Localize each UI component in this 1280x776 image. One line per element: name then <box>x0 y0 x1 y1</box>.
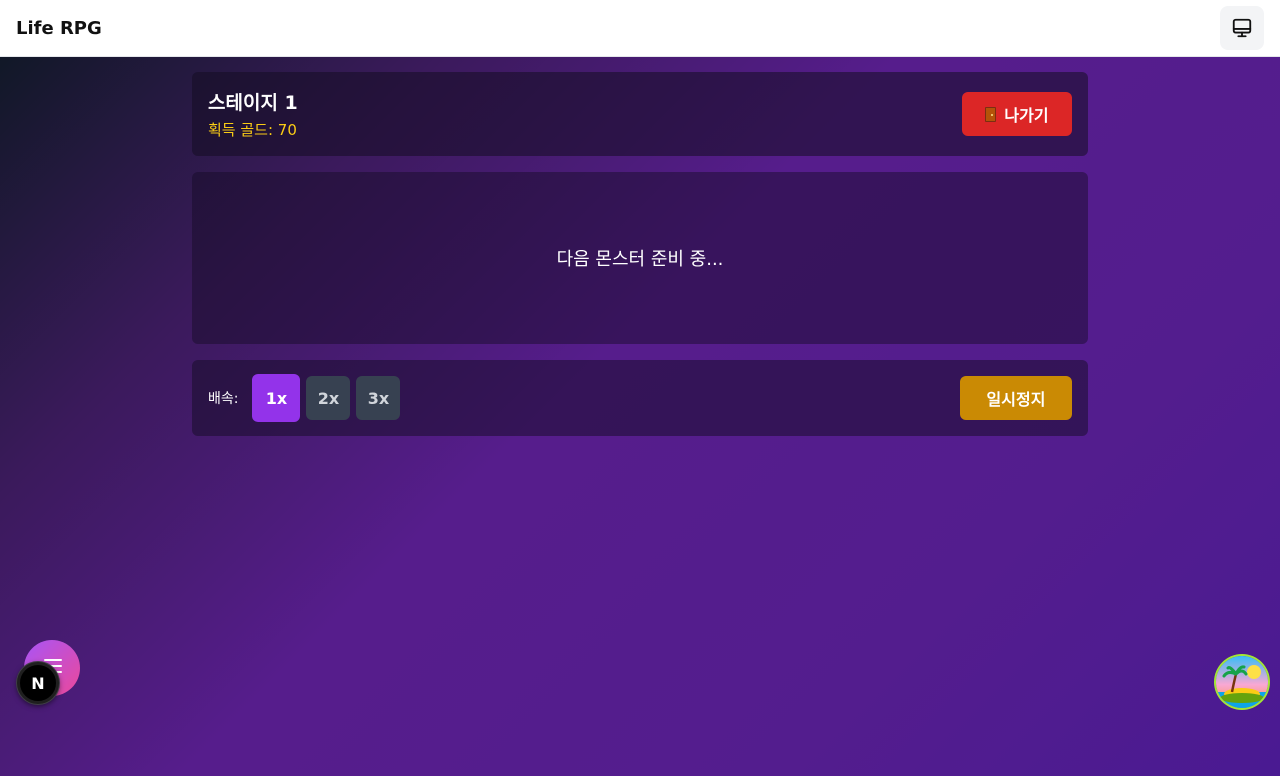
island-avatar-button[interactable] <box>1216 656 1268 708</box>
pause-button[interactable]: 일시정지 <box>960 376 1072 420</box>
device-toggle-button[interactable] <box>1220 6 1264 50</box>
battle-status-message: 다음 몬스터 준비 중... <box>556 249 724 270</box>
door-icon <box>985 106 997 122</box>
gold-earned: 획득 골드: 70 <box>208 121 297 139</box>
speed-3x-button[interactable]: 3x <box>356 376 401 420</box>
stage-info: 스테이지 1 획득 골드: 70 <box>208 88 298 140</box>
battle-area: 다음 몬스터 준비 중... <box>192 172 1088 344</box>
next-dev-badge[interactable]: N <box>17 662 59 704</box>
top-bar: Life RPG <box>0 0 1280 57</box>
stage-title: 스테이지 1 <box>208 92 298 114</box>
speed-selector: 배속: 1x 2x 3x <box>208 374 401 422</box>
exit-button[interactable]: 나가기 <box>962 92 1072 136</box>
monitor-icon <box>1232 18 1252 38</box>
island-icon <box>1216 656 1268 708</box>
control-bar: 배속: 1x 2x 3x 일시정지 <box>192 360 1088 436</box>
speed-2x-button[interactable]: 2x <box>306 376 351 420</box>
exit-button-label: 나가기 <box>1004 106 1049 125</box>
speed-label: 배속: <box>208 391 239 407</box>
app-title: Life RPG <box>16 17 102 39</box>
stage-header: 스테이지 1 획득 골드: 70 나가기 <box>192 72 1088 156</box>
speed-1x-button[interactable]: 1x <box>252 374 301 422</box>
next-badge-letter: N <box>31 673 45 693</box>
